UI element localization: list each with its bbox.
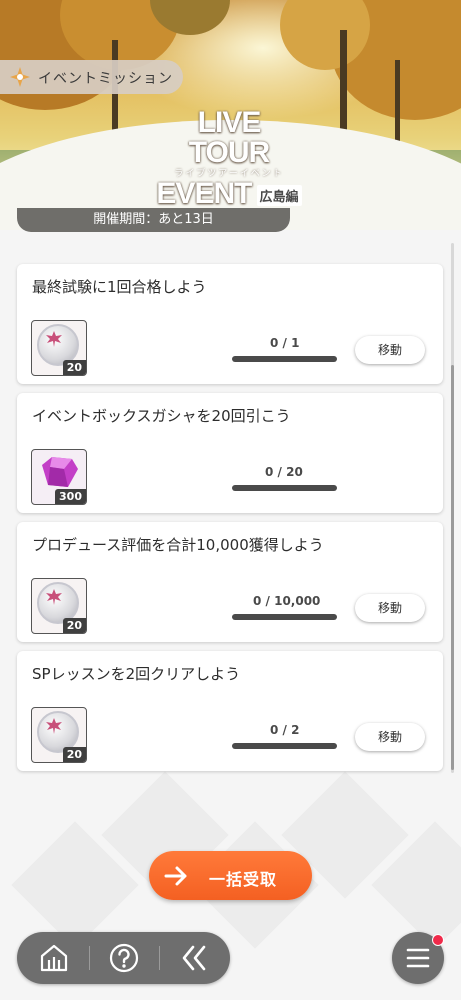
event-banner: イベントミッション LIVE TOUR ライブツアーイベント EVENT 広島編 [0,0,461,230]
sparkle-icon [10,67,30,87]
mission-title: プロデュース評価を合計10,000獲得しよう [32,536,324,554]
help-icon [109,943,139,973]
back-button[interactable] [159,932,229,984]
progress-bar [232,614,337,620]
mission-card: SPレッスンを2回クリアしよう 20 0 / 2 移動 [17,651,443,771]
progress-bar [232,356,337,362]
progress-text: 0 / 20 [265,465,303,479]
reward-quantity: 300 [55,489,86,504]
mission-card: プロデュース評価を合計10,000獲得しよう 20 0 / 10,000 移動 [17,522,443,642]
move-button[interactable]: 移動 [355,594,425,622]
event-logo: LIVE TOUR ライブツアーイベント EVENT 広島編 [155,106,303,209]
maple-leaf-icon [46,331,62,347]
reward-item: 300 [31,449,87,505]
move-button[interactable]: 移動 [355,723,425,751]
menu-icon [406,948,430,968]
progress-bar [232,743,337,749]
maple-leaf-icon [46,589,62,605]
reward-quantity: 20 [62,360,86,375]
bottom-nav [17,932,230,984]
mission-title: 最終試験に1回合格しよう [32,278,207,296]
claim-all-label: 一括受取 [209,870,278,889]
reward-item: 20 [31,578,87,634]
progress-bar [232,485,337,491]
event-period: 開催期間：あと13日 [17,208,290,232]
notification-dot [432,934,444,946]
arrow-right-icon [164,866,187,886]
reward-item: 20 [31,320,87,376]
back-icon [182,945,206,971]
mission-card: 最終試験に1回合格しよう 20 0 / 1 移動 [17,264,443,384]
reward-item: 20 [31,707,87,763]
progress-text: 0 / 1 [270,336,300,350]
mission-title: イベントボックスガシャを20回引こう [32,407,291,425]
reward-quantity: 20 [62,618,86,633]
claim-all-button[interactable]: 一括受取 [149,851,312,900]
progress-text: 0 / 10,000 [253,594,321,608]
logo-line2: EVENT [156,177,252,210]
mission-title: SPレッスンを2回クリアしよう [32,665,241,683]
logo-location: 広島編 [256,185,302,206]
event-mission-tab[interactable]: イベントミッション [0,60,183,94]
maple-leaf-icon [46,718,62,734]
logo-line1: LIVE TOUR [188,106,270,169]
reward-quantity: 20 [62,747,86,762]
scrollbar-thumb[interactable] [451,365,454,770]
home-button[interactable] [19,932,89,984]
event-mission-label: イベントミッション [38,71,173,87]
home-icon [40,944,68,972]
help-button[interactable] [89,932,159,984]
gem-icon [42,457,78,487]
menu-button[interactable] [392,932,444,984]
mission-card: イベントボックスガシャを20回引こう 300 0 / 20 [17,393,443,513]
move-button[interactable]: 移動 [355,336,425,364]
progress-text: 0 / 2 [270,723,300,737]
